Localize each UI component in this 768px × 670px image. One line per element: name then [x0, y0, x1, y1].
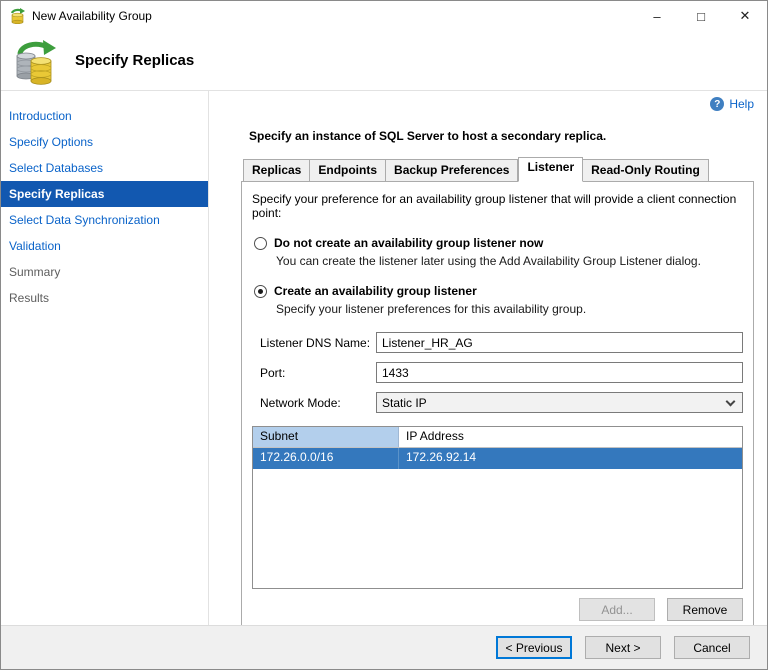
table-row[interactable]: 172.26.0.0/16 172.26.92.14	[253, 448, 742, 469]
maximize-button[interactable]: □	[679, 1, 723, 31]
instruction-text: Specify an instance of SQL Server to hos…	[249, 129, 754, 143]
sidebar-item-summary: Summary	[1, 259, 208, 285]
main-content: ? Help Specify an instance of SQL Server…	[209, 91, 767, 625]
previous-button[interactable]: < Previous	[496, 636, 572, 659]
dns-name-row: Listener DNS Name:	[260, 332, 743, 353]
port-label: Port:	[260, 366, 376, 380]
grid-header-row: Subnet IP Address	[253, 427, 742, 448]
radio-no-listener[interactable]: Do not create an availability group list…	[254, 236, 743, 250]
grid-button-row: Add... Remove	[252, 598, 743, 621]
add-button: Add...	[579, 598, 655, 621]
network-mode-label: Network Mode:	[260, 396, 376, 410]
dns-name-label: Listener DNS Name:	[260, 336, 376, 350]
listener-tab-panel: Specify your preference for an availabil…	[241, 181, 754, 632]
network-mode-value: Static IP	[382, 396, 727, 410]
port-input[interactable]	[376, 362, 743, 383]
wizard-header: Specify Replicas	[1, 31, 767, 91]
radio-create-listener[interactable]: Create an availability group listener	[254, 284, 743, 298]
network-mode-dropdown[interactable]: Static IP	[376, 392, 743, 413]
wizard-footer: < Previous Next > Cancel	[1, 625, 767, 669]
sidebar-item-specify-options[interactable]: Specify Options	[1, 129, 208, 155]
window-controls: – □ ✕	[635, 1, 767, 31]
column-header-ip-address[interactable]: IP Address	[399, 427, 742, 447]
close-button[interactable]: ✕	[723, 1, 767, 31]
port-row: Port:	[260, 362, 743, 383]
dns-name-input[interactable]	[376, 332, 743, 353]
column-header-subnet[interactable]: Subnet	[253, 427, 399, 447]
tab-endpoints[interactable]: Endpoints	[310, 159, 386, 182]
app-database-icon	[10, 8, 26, 24]
chevron-down-icon	[726, 396, 736, 406]
help-icon: ?	[710, 97, 724, 111]
wizard-body: Introduction Specify Options Select Data…	[1, 91, 767, 625]
title-bar: New Availability Group – □ ✕	[1, 1, 767, 31]
sidebar-item-select-databases[interactable]: Select Databases	[1, 155, 208, 181]
remove-button[interactable]: Remove	[667, 598, 743, 621]
next-button[interactable]: Next >	[585, 636, 661, 659]
radio-no-listener-desc: You can create the listener later using …	[276, 254, 743, 268]
cell-ip-address: 172.26.92.14	[399, 448, 483, 469]
listener-form: Listener DNS Name: Port: Network Mode: S…	[260, 332, 743, 422]
tab-listener[interactable]: Listener	[518, 157, 583, 182]
tab-backup-preferences[interactable]: Backup Preferences	[386, 159, 518, 182]
radio-create-listener-label: Create an availability group listener	[274, 284, 477, 298]
window-title: New Availability Group	[32, 9, 152, 23]
sidebar-item-introduction[interactable]: Introduction	[1, 103, 208, 129]
ip-address-grid: Subnet IP Address 172.26.0.0/16 172.26.9…	[252, 426, 743, 589]
page-title: Specify Replicas	[75, 52, 194, 69]
new-availability-group-window: New Availability Group – □ ✕	[0, 0, 768, 670]
sidebar-item-validation[interactable]: Validation	[1, 233, 208, 259]
sidebar-item-results: Results	[1, 285, 208, 311]
radio-create-listener-desc: Specify your listener preferences for th…	[276, 302, 743, 316]
minimize-button[interactable]: –	[635, 1, 679, 31]
cancel-button[interactable]: Cancel	[674, 636, 750, 659]
tab-read-only-routing[interactable]: Read-Only Routing	[583, 159, 709, 182]
radio-no-listener-label: Do not create an availability group list…	[274, 236, 543, 250]
tab-strip: Replicas Endpoints Backup Preferences Li…	[241, 159, 754, 182]
listener-intro-text: Specify your preference for an availabil…	[252, 192, 743, 220]
cell-subnet: 172.26.0.0/16	[253, 448, 399, 469]
radio-create-listener-circle[interactable]	[254, 285, 267, 298]
sidebar-item-select-data-synchronization[interactable]: Select Data Synchronization	[1, 207, 208, 233]
radio-no-listener-circle[interactable]	[254, 237, 267, 250]
tab-replicas[interactable]: Replicas	[243, 159, 310, 182]
help-link[interactable]: ? Help	[241, 97, 754, 111]
sidebar-item-specify-replicas[interactable]: Specify Replicas	[1, 181, 208, 207]
grid-empty-area	[253, 469, 742, 588]
wizard-steps-sidebar: Introduction Specify Options Select Data…	[1, 91, 209, 625]
network-mode-row: Network Mode: Static IP	[260, 392, 743, 413]
help-label: Help	[729, 97, 754, 111]
database-sync-icon	[13, 39, 59, 85]
